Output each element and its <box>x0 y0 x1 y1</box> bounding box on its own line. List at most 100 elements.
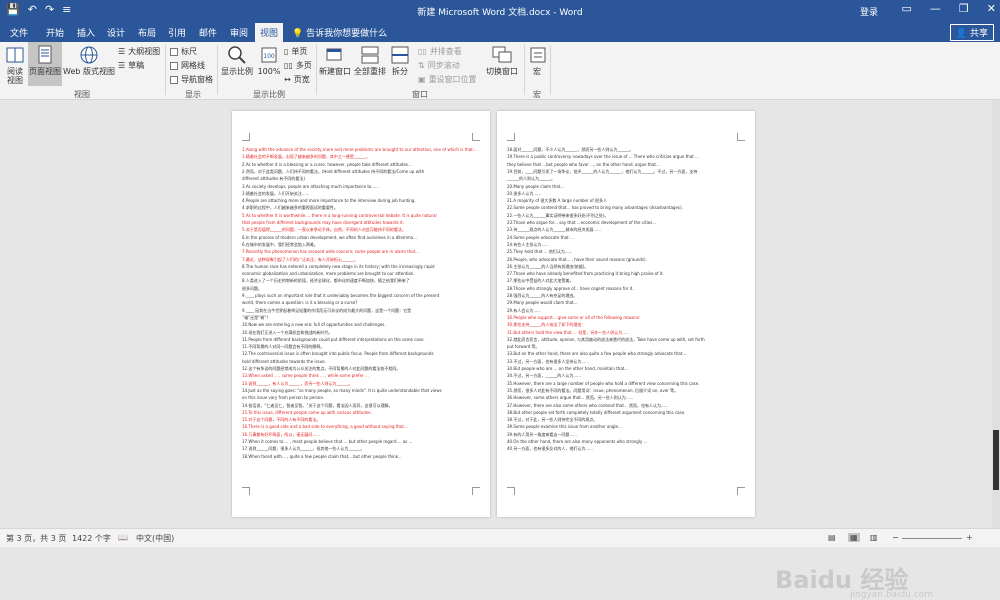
margin-mark <box>507 133 515 141</box>
divider <box>550 45 551 95</box>
minimize-icon[interactable]: — <box>930 2 941 15</box>
text-line: 30.那些支持______的人给出了如下的理由： <box>507 322 586 328</box>
draft-icon: ☰ <box>118 61 126 70</box>
zoom-button[interactable]: 显示比例 <box>220 45 254 76</box>
read-mode-button[interactable]: 阅读 视图 <box>3 45 27 85</box>
login-link[interactable]: 登录 <box>860 5 878 18</box>
switch-windows-icon <box>492 46 512 63</box>
status-bar: 第 3 页，共 3 页 1422 个字 📖 中文(中国) ▤ ▦ ▥ − + <box>0 528 1000 547</box>
web-layout-button[interactable]: Web 版式视图 <box>63 45 115 76</box>
zoom-out-icon[interactable]: − <box>892 533 899 542</box>
one-page-icon: ▯ <box>284 47 289 56</box>
macros-group-label: 宏 <box>533 90 541 99</box>
svg-text:100: 100 <box>263 53 275 60</box>
baidu-watermark-url: jingyan.baidu.com <box>850 590 934 600</box>
tab-file[interactable]: 文件 <box>10 26 28 39</box>
text-line: economic globalization and urbanization,… <box>242 271 415 277</box>
text-line: 23.Those who argue for... say that ...ec… <box>507 220 657 225</box>
text-line: 34.But people who are ... on the other h… <box>507 366 629 371</box>
text-line: 35.然而，很多人对此有不同的看法。问题用词：issue, phenomenon… <box>507 387 679 393</box>
scrollbar-thumb[interactable] <box>993 430 999 490</box>
draft-button[interactable]: ☰ 草稿 <box>118 60 144 71</box>
switch-windows-button[interactable]: 切换窗口 <box>484 45 520 76</box>
text-line: that people from different backgrounds m… <box>242 220 404 225</box>
divider <box>316 45 317 95</box>
arrange-all-button[interactable]: 全部重排 <box>353 45 387 76</box>
print-layout-button[interactable]: 页面视图 <box>28 42 62 86</box>
restore-icon[interactable]: ❐ <box>959 2 969 15</box>
zoom-group-label: 显示比例 <box>253 90 285 99</box>
language[interactable]: 中文(中国) <box>136 533 174 544</box>
text-line: 32.就此而言而言，attitude, opinion, 与其用被动的说法来替代… <box>507 336 705 342</box>
book-icon <box>6 47 24 63</box>
ribbon-display-icon[interactable]: ▭ <box>902 2 912 15</box>
tab-design[interactable]: 设计 <box>107 26 125 39</box>
window-title: 新建 Microsoft Word 文档.docx - Word <box>417 8 583 18</box>
outline-button[interactable]: ☰ 大纲视图 <box>118 46 160 57</box>
reset-window-icon: ▣ <box>418 75 426 84</box>
sync-scroll-label: 同步滚动 <box>427 61 460 70</box>
side-by-side-label: 并排查看 <box>429 47 462 56</box>
side-by-side-button[interactable]: ▯▯ 并排查看 <box>418 46 462 57</box>
ruler-label: 标尺 <box>181 47 197 56</box>
tab-review[interactable]: 审阅 <box>230 26 248 39</box>
read-mode-status-icon[interactable]: ▤ <box>828 533 836 542</box>
tab-insert[interactable]: 插入 <box>77 26 95 39</box>
zoom-100-button[interactable]: 100 100% <box>256 45 282 76</box>
arrange-icon <box>361 46 379 64</box>
text-line: “福”还是“祸”？ <box>242 314 271 320</box>
tab-view[interactable]: 视图 <box>255 23 284 42</box>
page-count[interactable]: 第 3 页，共 3 页 <box>6 533 66 544</box>
tab-references[interactable]: 引用 <box>168 26 186 39</box>
sync-scroll-button[interactable]: ⇅ 同步滚动 <box>418 60 460 71</box>
print-layout-status-icon[interactable]: ▦ <box>848 533 860 542</box>
close-icon[interactable]: ✕ <box>987 2 996 15</box>
text-line: 7.Recently the phenomenon has aroused wi… <box>242 249 420 255</box>
page-icon <box>38 45 52 64</box>
text-line: 1.Along with the advance of the society,… <box>242 147 477 152</box>
zoom-slider[interactable] <box>902 538 962 539</box>
multiple-pages-button[interactable]: ▯▯ 多页 <box>284 60 312 71</box>
one-page-label: 单页 <box>291 47 308 56</box>
text-line: 8.人类进入了一个历史的崭新的阶段，经济全球化、都市化的速度不断加快，随之给我们… <box>242 278 410 284</box>
margin-mark <box>242 133 250 141</box>
word-count[interactable]: 1422 个字 <box>72 533 111 544</box>
web-layout-status-icon[interactable]: ▥ <box>870 533 878 542</box>
document-area[interactable]: 1.Along with the advance of the society,… <box>0 100 1000 600</box>
text-line: 22.一些人认为______事实证明带来很多好处(不利之处)。 <box>507 212 609 218</box>
text-line: 24.有些人主张认为...... <box>507 241 549 247</box>
share-button[interactable]: 👤 共享 <box>949 24 994 41</box>
gridlines-checkbox[interactable]: 网格线 <box>170 60 205 71</box>
page-1[interactable]: 1.Along with the advance of the society,… <box>232 111 490 517</box>
text-line: 28.Those who strongly approve of... have… <box>507 285 634 291</box>
reset-window-button[interactable]: ▣ 重设窗口位置 <box>418 74 477 85</box>
tab-layout[interactable]: 布局 <box>138 26 156 39</box>
nav-pane-label: 导航窗格 <box>181 75 213 84</box>
text-line: 27.那些从中受益的人对此大加赞美。 <box>507 278 574 284</box>
new-window-icon <box>326 48 342 61</box>
tab-home[interactable]: 开始 <box>46 26 64 39</box>
ruler-checkbox[interactable]: 标尺 <box>170 46 197 57</box>
tab-mailings[interactable]: 邮件 <box>199 26 217 39</box>
text-line: 14.俗话说，“仁者见仁，智者见智。”关于这个问题，看法因人而异，这很可以理解。 <box>242 402 393 408</box>
text-line: 22.Some people contend that... has prove… <box>507 205 683 211</box>
vertical-scrollbar[interactable] <box>992 100 1000 528</box>
new-window-button[interactable]: 新建窗口 <box>318 45 352 76</box>
text-line: 12.这个有争议的问题经常成为公众关注的焦点。不同背景的人对此问题的看法各不相同… <box>242 366 401 371</box>
page-width-button[interactable]: ↔ 页宽 <box>284 74 310 85</box>
text-line: 4.People are attaching more and more imp… <box>242 198 416 204</box>
multiple-pages-label: 多页 <box>295 61 312 70</box>
zoom-in-icon[interactable]: + <box>966 533 973 542</box>
text-line: 很多问题。 <box>242 285 262 291</box>
tell-me-search[interactable]: 💡 告诉我你想要做什么 <box>292 26 387 39</box>
page-2[interactable]: 18.面对______问题，不少人认为______，然而另一些人则认为_____… <box>497 111 755 517</box>
print-layout-label: 页面视图 <box>29 67 61 76</box>
text-line: 2.然而，对于此类问题，人们持不同的看法。(Hold different att… <box>242 168 425 174</box>
split-button[interactable]: 拆分 <box>389 45 411 76</box>
margin-mark <box>242 487 250 495</box>
proofing-icon[interactable]: 📖 <box>118 533 128 542</box>
text-line: 30.People who support... give some or al… <box>507 314 641 320</box>
nav-pane-checkbox[interactable]: 导航窗格 <box>170 74 213 85</box>
macros-button[interactable]: 宏 <box>527 45 547 76</box>
one-page-button[interactable]: ▯ 单页 <box>284 46 307 57</box>
